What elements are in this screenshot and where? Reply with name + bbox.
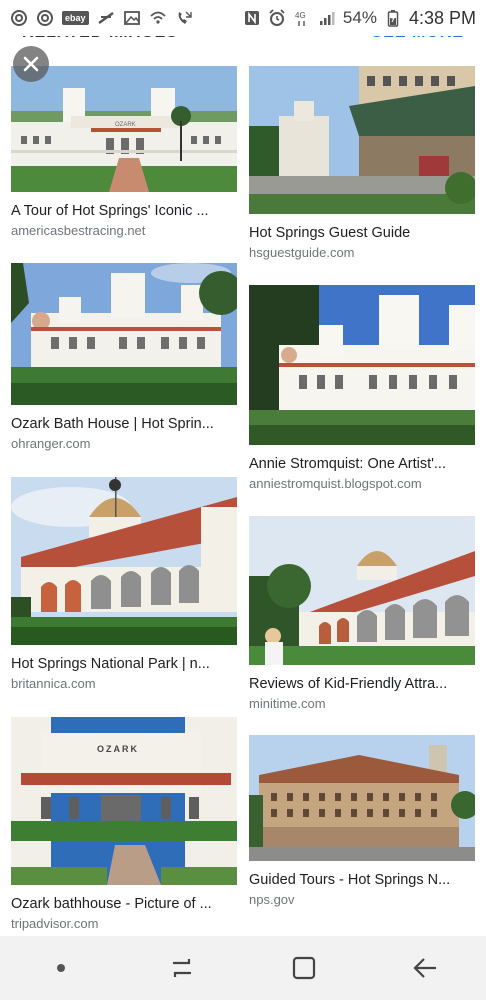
result-card[interactable]: OZARK Ozark bathhouse - Picture of ... t…	[11, 717, 237, 932]
result-source: anniestromquist.blogspot.com	[249, 476, 422, 491]
result-title[interactable]: Ozark bathhouse - Picture of ...	[11, 895, 237, 913]
result-thumbnail[interactable]: OZARK	[11, 66, 237, 192]
battery-icon	[384, 9, 402, 27]
building-sign-text: OZARK	[115, 122, 136, 128]
4g-icon: 4G	[293, 9, 311, 27]
result-card[interactable]: OZARK A Tour of Hot Springs' Iconic ... …	[11, 66, 237, 239]
result-thumbnail[interactable]	[11, 477, 237, 645]
result-thumbnail[interactable]: OZARK	[11, 717, 237, 885]
result-thumbnail[interactable]	[249, 285, 475, 445]
building-sign-text: OZARK	[97, 744, 139, 754]
result-title[interactable]: Ozark Bath House | Hot Sprin...	[11, 415, 237, 433]
result-title[interactable]: A Tour of Hot Springs' Iconic ...	[11, 202, 237, 220]
result-card[interactable]: Annie Stromquist: One Artist'... anniest…	[249, 285, 475, 492]
sync-icon	[36, 9, 54, 27]
result-title[interactable]: Reviews of Kid-Friendly Attra...	[249, 675, 475, 693]
result-source: nps.gov	[249, 892, 295, 907]
navigation-icon	[97, 9, 115, 27]
result-card[interactable]: Reviews of Kid-Friendly Attra... minitim…	[249, 516, 475, 712]
home-button[interactable]	[274, 938, 334, 998]
image-icon	[123, 9, 141, 27]
nfc-icon	[243, 9, 261, 27]
result-source: americasbestracing.net	[11, 223, 146, 238]
system-icons: 4G 54% 4:38 PM	[243, 8, 476, 29]
notification-icons: ebay	[10, 9, 193, 27]
wifi-call-icon	[149, 9, 167, 27]
result-card[interactable]: Ozark Bath House | Hot Sprin... ohranger…	[11, 263, 237, 452]
back-arrow-icon	[413, 958, 437, 978]
result-card[interactable]: Hot Springs National Park | n... britann…	[11, 477, 237, 692]
result-thumbnail[interactable]	[249, 66, 475, 214]
recents-icon	[173, 959, 192, 977]
result-source: ohranger.com	[11, 436, 91, 451]
result-card[interactable]: Guided Tours - Hot Springs N... nps.gov	[249, 735, 475, 908]
result-title[interactable]: Hot Springs National Park | n...	[11, 655, 237, 673]
close-button[interactable]	[13, 46, 49, 82]
result-title[interactable]: Hot Springs Guest Guide	[249, 224, 475, 242]
sync-icon	[10, 9, 28, 27]
result-source: minitime.com	[249, 696, 326, 711]
back-button[interactable]	[395, 938, 455, 998]
navigation-bar	[0, 936, 486, 1000]
assistant-dot-button[interactable]	[31, 938, 91, 998]
missed-call-icon	[175, 9, 193, 27]
battery-percentage: 54%	[342, 8, 377, 27]
ebay-icon: ebay	[62, 11, 89, 25]
status-bar: ebay 4G 54% 4:38 PM	[0, 0, 486, 36]
dot-icon	[56, 964, 65, 972]
close-icon	[23, 56, 39, 72]
home-icon	[292, 956, 315, 980]
result-source: hsguestguide.com	[249, 245, 355, 260]
result-thumbnail[interactable]	[11, 263, 237, 405]
result-title[interactable]: Annie Stromquist: One Artist'...	[249, 455, 475, 473]
result-title[interactable]: Guided Tours - Hot Springs N...	[249, 871, 475, 889]
svg-text:4G: 4G	[295, 11, 306, 20]
result-source: britannica.com	[11, 676, 96, 691]
result-thumbnail[interactable]	[249, 516, 475, 665]
result-card[interactable]: Hot Springs Guest Guide hsguestguide.com	[249, 66, 475, 261]
alarm-icon	[268, 9, 286, 27]
result-source: tripadvisor.com	[11, 916, 99, 931]
signal-icon	[318, 9, 336, 27]
clock: 4:38 PM	[408, 7, 476, 28]
result-thumbnail[interactable]	[249, 735, 475, 861]
recent-apps-button[interactable]	[152, 938, 212, 998]
